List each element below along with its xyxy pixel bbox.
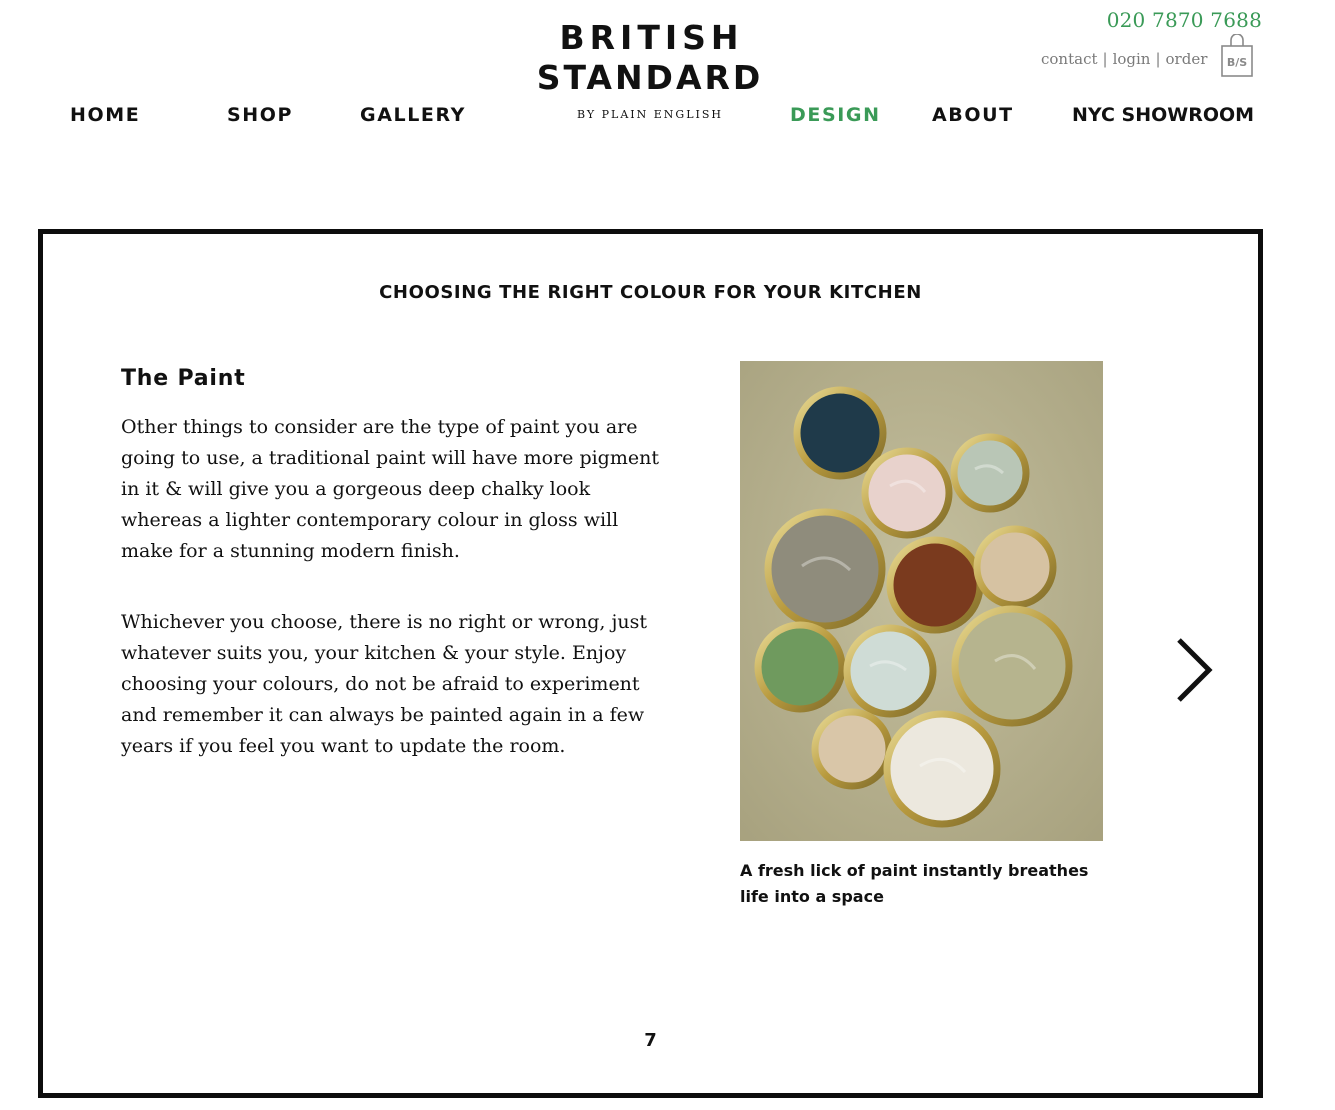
- subtitle: The Paint: [121, 366, 246, 391]
- content-frame: CHOOSING THE RIGHT COLOUR FOR YOUR KITCH…: [38, 229, 1263, 1098]
- nav-home[interactable]: HOME: [70, 104, 140, 126]
- nav-shop[interactable]: SHOP: [227, 104, 293, 126]
- paragraph: Whichever you choose, there is no right …: [121, 611, 647, 757]
- page-number: 7: [644, 1030, 657, 1051]
- nav-nyc-showroom[interactable]: NYC SHOWROOM: [1072, 104, 1254, 126]
- login-link[interactable]: login: [1113, 50, 1151, 68]
- contact-link[interactable]: contact: [1041, 50, 1098, 68]
- phone-number-link[interactable]: 020 7870 7688: [1107, 8, 1262, 32]
- nav-gallery[interactable]: GALLERY: [360, 104, 466, 126]
- logo-tagline: BY PLAIN ENGLISH: [577, 108, 723, 121]
- order-link[interactable]: order: [1166, 50, 1208, 68]
- shopping-bag-icon[interactable]: B/S: [1220, 33, 1254, 78]
- image-caption: A fresh lick of paint instantly breathes…: [740, 861, 1089, 906]
- chevron-right-icon[interactable]: [1171, 634, 1219, 704]
- brand-logo[interactable]: BRITISH STANDARD BY PLAIN ENGLISH: [520, 18, 780, 121]
- paint-tins-photo: [740, 361, 1103, 841]
- logo-line-2: STANDARD: [536, 58, 764, 97]
- section-title: CHOOSING THE RIGHT COLOUR FOR YOUR KITCH…: [379, 282, 922, 303]
- utility-links: contact | login | order: [1041, 50, 1207, 68]
- separator: |: [1155, 50, 1161, 68]
- nav-design[interactable]: DESIGN: [790, 104, 881, 126]
- separator: |: [1102, 50, 1108, 68]
- svg-text:B/S: B/S: [1227, 56, 1247, 69]
- paragraph: Other things to consider are the type of…: [121, 416, 659, 562]
- logo-line-1: BRITISH: [559, 18, 744, 57]
- nav-about[interactable]: ABOUT: [932, 104, 1014, 126]
